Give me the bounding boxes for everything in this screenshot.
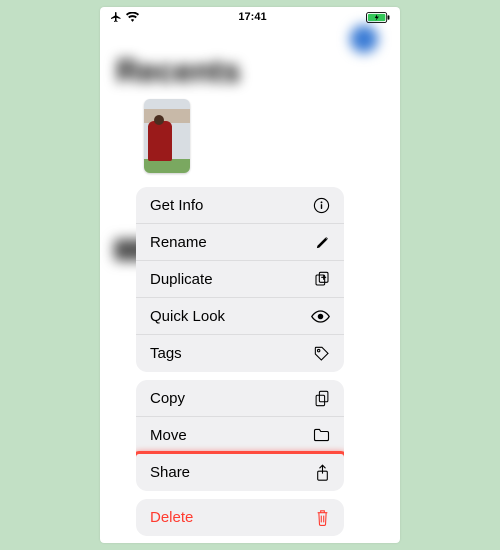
status-bar: 17:41 [100, 7, 400, 25]
menu-item-getinfo[interactable]: Get Info [136, 187, 344, 224]
menu-item-label: Tags [150, 345, 182, 362]
eye-icon [311, 310, 330, 323]
menu-group-3: Delete [136, 499, 344, 536]
recents-title: Recents [116, 53, 241, 90]
pencil-icon [315, 235, 330, 250]
duplicate-icon [314, 271, 330, 287]
copy-icon [314, 390, 330, 407]
menu-item-delete[interactable]: Delete [136, 499, 344, 536]
battery-charging-icon [366, 12, 390, 23]
menu-item-label: Duplicate [150, 271, 213, 288]
info-icon [313, 197, 330, 214]
context-menu: Get Info Rename Duplicate Quick Look [136, 187, 344, 543]
menu-item-rename[interactable]: Rename [136, 224, 344, 261]
menu-item-label: Get Info [150, 197, 203, 214]
folder-icon [313, 428, 330, 442]
status-time: 17:41 [139, 11, 366, 23]
menu-item-label: Delete [150, 509, 193, 526]
menu-item-share[interactable]: Share [136, 454, 344, 491]
menu-item-label: Share [150, 464, 190, 481]
avatar [350, 25, 378, 53]
menu-item-label: Move [150, 427, 187, 444]
menu-item-move[interactable]: Move [136, 417, 344, 454]
phone-screen: Recents 17:41 [100, 7, 400, 543]
menu-item-tags[interactable]: Tags [136, 335, 344, 372]
menu-item-label: Rename [150, 234, 207, 251]
menu-group-2: Copy Move Share [136, 380, 344, 491]
menu-item-copy[interactable]: Copy [136, 380, 344, 417]
menu-group-1: Get Info Rename Duplicate Quick Look [136, 187, 344, 372]
menu-item-label: Quick Look [150, 308, 225, 325]
menu-item-duplicate[interactable]: Duplicate [136, 261, 344, 298]
file-thumbnail[interactable] [144, 99, 190, 173]
menu-item-quicklook[interactable]: Quick Look [136, 298, 344, 335]
share-icon [315, 464, 330, 482]
wifi-icon [126, 12, 139, 22]
trash-icon [315, 509, 330, 526]
tag-icon [314, 346, 330, 362]
menu-item-label: Copy [150, 390, 185, 407]
airplane-mode-icon [110, 11, 122, 23]
